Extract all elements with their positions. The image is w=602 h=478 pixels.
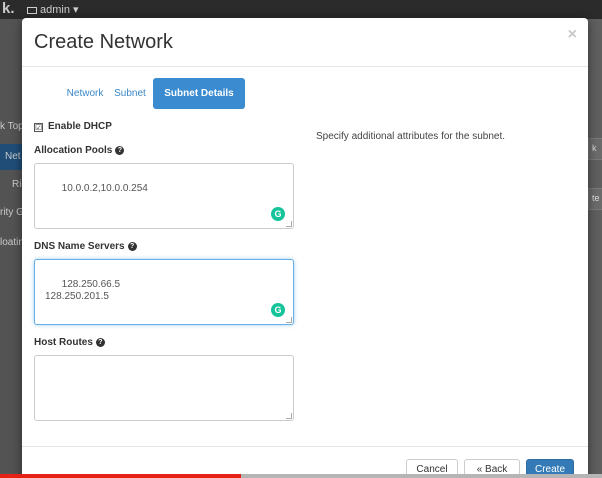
dns-name-servers-textarea[interactable]: 128.250.66.5 128.250.201.5 G bbox=[34, 259, 294, 325]
sidebar-item-routers[interactable]: Ri bbox=[12, 179, 21, 190]
dns-name-servers-value: 128.250.66.5 128.250.201.5 bbox=[45, 279, 121, 302]
project-icon bbox=[27, 6, 37, 14]
allocation-pools-label-text: Allocation Pools bbox=[34, 145, 113, 156]
checkbox-checked-icon[interactable]: ☑ bbox=[34, 123, 43, 132]
enable-dhcp-label: Enable DHCP bbox=[48, 121, 112, 132]
tab-subnet[interactable]: Subnet bbox=[107, 78, 153, 109]
project-selector[interactable]: admin ▾ bbox=[27, 3, 79, 16]
host-routes-textarea[interactable] bbox=[34, 355, 294, 421]
project-selector-label: admin ▾ bbox=[40, 4, 79, 16]
allocation-pools-value: 10.0.0.2,10.0.0.254 bbox=[61, 183, 148, 194]
resize-handle[interactable] bbox=[286, 221, 292, 227]
background-action-button[interactable]: te bbox=[588, 188, 602, 210]
resize-handle[interactable] bbox=[286, 413, 292, 419]
sidebar bbox=[0, 19, 24, 478]
grammarly-icon[interactable]: G bbox=[271, 303, 285, 317]
dns-name-servers-label-text: DNS Name Servers bbox=[34, 241, 125, 252]
create-network-modal: Create Network × Network Subnet Subnet D… bbox=[22, 18, 588, 478]
host-routes-label-text: Host Routes bbox=[34, 337, 93, 348]
help-icon[interactable]: ? bbox=[127, 242, 137, 251]
sidebar-item-floating-ips[interactable]: loatin bbox=[0, 237, 24, 248]
background-action-button[interactable]: k bbox=[588, 138, 602, 160]
allocation-pools-label: Allocation Pools? bbox=[34, 145, 125, 156]
modal-header: Create Network × bbox=[22, 18, 588, 67]
tab-subnet-details[interactable]: Subnet Details bbox=[153, 78, 245, 109]
help-icon[interactable]: ? bbox=[95, 338, 105, 347]
tab-network[interactable]: Network bbox=[63, 78, 107, 109]
video-progress-track[interactable] bbox=[241, 474, 602, 478]
logo: k. bbox=[2, 0, 15, 17]
allocation-pools-textarea[interactable]: 10.0.0.2,10.0.0.254 G bbox=[34, 163, 294, 229]
sidebar-item-network-topology[interactable]: k Top bbox=[0, 121, 24, 132]
top-navbar: k. admin ▾ bbox=[0, 0, 602, 19]
sidebar-item-networks[interactable]: Net bbox=[5, 151, 21, 162]
close-icon[interactable]: × bbox=[568, 26, 577, 44]
resize-handle[interactable] bbox=[286, 317, 292, 323]
enable-dhcp-checkbox[interactable]: ☑ Enable DHCP bbox=[34, 121, 112, 132]
dns-name-servers-label: DNS Name Servers? bbox=[34, 241, 137, 252]
video-progress-bar[interactable] bbox=[0, 474, 241, 478]
grammarly-icon[interactable]: G bbox=[271, 207, 285, 221]
help-icon[interactable]: ? bbox=[115, 146, 125, 155]
host-routes-label: Host Routes? bbox=[34, 337, 105, 348]
sidebar-item-security-groups[interactable]: rity G bbox=[0, 207, 24, 218]
modal-title: Create Network bbox=[34, 31, 173, 53]
help-description: Specify additional attributes for the su… bbox=[316, 131, 506, 142]
